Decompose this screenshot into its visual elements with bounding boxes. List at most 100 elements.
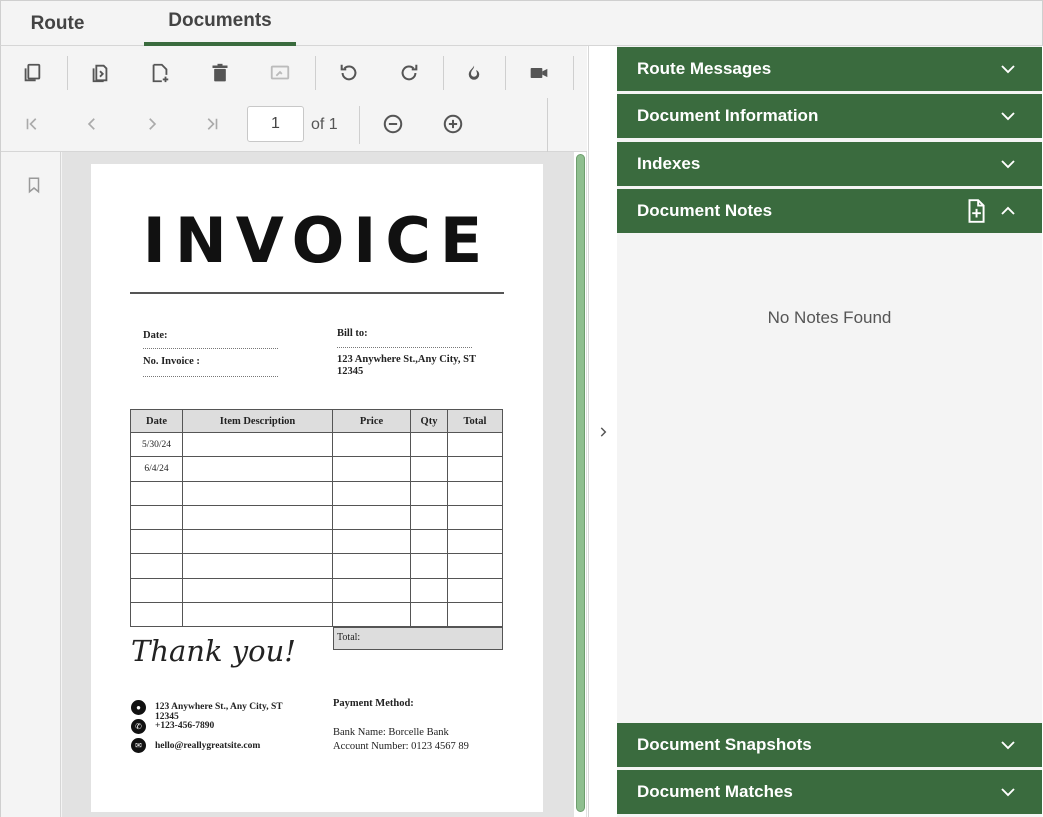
contact-email: hello@reallygreatsite.com <box>155 741 261 751</box>
tab-bar: Route Documents <box>0 0 1043 46</box>
add-note-icon[interactable] <box>963 198 989 224</box>
last-page-button[interactable] <box>197 109 227 139</box>
phone-icon: ✆ <box>131 719 146 734</box>
zoom-out-icon <box>383 114 403 134</box>
chevron-down-icon <box>1001 788 1015 797</box>
chevron-up-icon <box>1001 206 1015 215</box>
zoom-out-button[interactable] <box>378 109 408 139</box>
attach-button[interactable] <box>85 58 115 88</box>
no-notes-message: No Notes Found <box>767 308 892 327</box>
accordion-document-matches[interactable]: Document Matches <box>617 770 1042 814</box>
chevron-left-icon <box>87 118 95 130</box>
bookmark-button[interactable] <box>19 170 49 200</box>
video-button[interactable] <box>524 58 554 88</box>
bookmark-strip <box>1 152 61 817</box>
viewer-scrollbar[interactable] <box>574 152 586 817</box>
table-row: 5/30/24 <box>130 431 503 458</box>
rotate-right-button[interactable] <box>394 58 424 88</box>
bookmark-icon <box>28 177 40 194</box>
add-page-button[interactable] <box>145 58 175 88</box>
document-toolbar <box>1 46 587 98</box>
side-panel: Route Messages Document Information Inde… <box>617 46 1042 817</box>
table-cell: 5/30/24 <box>130 431 183 458</box>
accordion-route-messages[interactable]: Route Messages <box>617 47 1042 91</box>
invoice-title: INVOICE <box>142 204 492 277</box>
first-page-icon <box>26 118 37 130</box>
payment-method-label: Payment Method: <box>333 698 414 709</box>
burn-button[interactable] <box>459 58 489 88</box>
chevron-down-icon <box>1001 160 1015 169</box>
first-page-button[interactable] <box>17 109 47 139</box>
accordion-label: Document Information <box>637 106 819 125</box>
table-row: 6/4/24 <box>130 456 503 482</box>
accordion-label: Document Snapshots <box>637 735 812 754</box>
swap-image-icon <box>270 65 290 80</box>
add-document-icon <box>152 63 169 83</box>
previous-page-button[interactable] <box>77 109 107 139</box>
delete-page-button[interactable] <box>205 58 235 88</box>
trash-icon <box>212 63 228 82</box>
scroll-thumb[interactable] <box>576 154 585 812</box>
accordion-document-notes[interactable]: Document Notes <box>617 189 1042 233</box>
invoice-number-line <box>143 376 278 377</box>
chevron-right-icon <box>149 118 157 130</box>
fire-icon <box>468 65 480 80</box>
column-header: Item Description <box>182 409 333 433</box>
column-header: Total <box>447 409 503 433</box>
panel-toggle-button[interactable] <box>588 46 616 817</box>
table-row <box>130 602 503 628</box>
contact-phone: +123-456-7890 <box>155 721 215 731</box>
accordion-document-information[interactable]: Document Information <box>617 94 1042 138</box>
video-camera-icon <box>530 68 548 78</box>
column-header: Date <box>130 409 183 433</box>
table-header-row: Date Item Description Price Qty Total <box>130 409 503 433</box>
table-row <box>130 577 503 604</box>
chevron-right-icon <box>600 426 606 437</box>
next-page-button[interactable] <box>137 109 167 139</box>
rotate-left-icon <box>340 64 357 81</box>
copy-icon <box>24 63 41 82</box>
column-header: Qty <box>410 409 448 433</box>
thank-you-text: Thank you! <box>131 634 296 668</box>
table-row <box>130 504 503 531</box>
date-label: Date: <box>143 330 168 341</box>
accordion-label: Document Notes <box>637 201 773 220</box>
payment-details: Bank Name: Borcelle Bank Account Number:… <box>333 726 469 754</box>
accordion-label: Indexes <box>637 154 701 173</box>
accordion-indexes[interactable]: Indexes <box>617 142 1042 186</box>
email-icon: ✉ <box>131 738 146 753</box>
chevron-down-icon <box>1001 741 1015 750</box>
column-header: Price <box>332 409 411 433</box>
table-cell: 6/4/24 <box>130 456 183 482</box>
zoom-in-icon <box>443 114 463 134</box>
date-line <box>143 348 278 349</box>
copy-pages-button[interactable] <box>17 58 47 88</box>
last-page-icon <box>207 118 218 130</box>
tab-route[interactable]: Route <box>1 1 114 46</box>
contact-address: 123 Anywhere St., Any City, ST 12345 <box>155 702 283 722</box>
title-divider <box>130 292 504 294</box>
accordion-document-snapshots[interactable]: Document Snapshots <box>617 723 1042 767</box>
zoom-in-button[interactable] <box>438 109 468 139</box>
rotate-left-button[interactable] <box>334 58 364 88</box>
accordion-label: Document Matches <box>637 782 793 801</box>
table-row <box>130 480 503 506</box>
bill-to-label: Bill to: <box>337 328 368 339</box>
location-pin-icon: ● <box>131 700 146 715</box>
page-count: of 1 <box>311 116 338 133</box>
document-viewer-pane: of 1 INVOICE Date: No. Invoice : Bill to… <box>0 46 587 817</box>
invoice-page: INVOICE Date: No. Invoice : Bill to: 123… <box>91 164 543 812</box>
rotate-right-icon <box>401 64 418 81</box>
invoice-items-table: Date Item Description Price Qty Total 5/… <box>130 409 503 628</box>
total-box: Total: <box>333 627 503 650</box>
tab-documents[interactable]: Documents <box>144 1 296 46</box>
replace-page-button[interactable] <box>265 58 295 88</box>
attach-file-icon <box>92 64 108 83</box>
page-number-input[interactable] <box>247 106 304 142</box>
document-canvas: INVOICE Date: No. Invoice : Bill to: 123… <box>62 152 587 817</box>
invoice-number-label: No. Invoice : <box>143 356 200 367</box>
table-row <box>130 529 503 555</box>
table-row <box>130 553 503 579</box>
bank-name: Bank Name: Borcelle Bank <box>333 727 449 738</box>
chevron-down-icon <box>1001 65 1015 74</box>
